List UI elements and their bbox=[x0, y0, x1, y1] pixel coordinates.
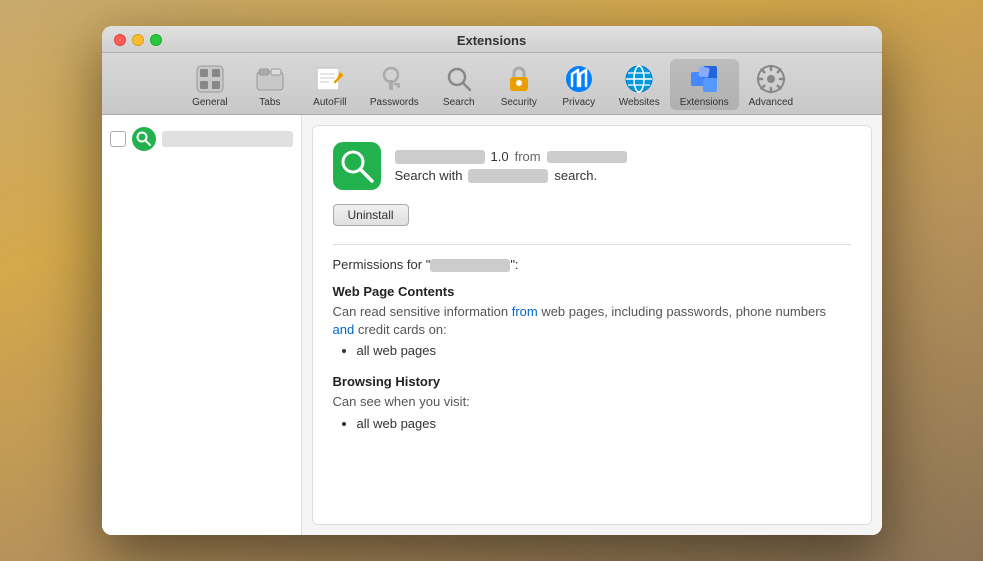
browsing-history-title: Browsing History bbox=[333, 374, 851, 389]
permissions-name-redacted bbox=[430, 259, 510, 272]
privacy-label: Privacy bbox=[562, 97, 595, 108]
browsing-history-section: Browsing History Can see when you visit:… bbox=[333, 374, 851, 430]
general-icon bbox=[194, 63, 226, 95]
sidebar bbox=[102, 115, 302, 535]
browsing-history-desc: Can see when you visit: bbox=[333, 393, 851, 411]
web-page-contents-list: all web pages bbox=[333, 343, 851, 358]
toolbar-item-websites[interactable]: Websites bbox=[609, 59, 670, 110]
web-page-contents-desc: Can read sensitive information from web … bbox=[333, 303, 851, 339]
extension-search-name-redacted bbox=[468, 169, 548, 183]
window-title: Extensions bbox=[457, 33, 526, 48]
search-label: Search bbox=[443, 97, 475, 108]
extension-info: 1.0 from Search with search. bbox=[395, 149, 627, 183]
toolbar-item-tabs[interactable]: Tabs bbox=[240, 59, 300, 110]
sidebar-extension-icon bbox=[132, 127, 156, 151]
extensions-icon bbox=[688, 63, 720, 95]
extension-from-text: from bbox=[515, 149, 541, 164]
tabs-icon bbox=[254, 63, 286, 95]
list-item: all web pages bbox=[357, 343, 851, 358]
traffic-lights bbox=[114, 34, 162, 46]
toolbar-item-extensions[interactable]: Extensions bbox=[670, 59, 739, 110]
extension-publisher-redacted bbox=[547, 151, 627, 163]
privacy-icon bbox=[563, 63, 595, 95]
security-label: Security bbox=[501, 97, 537, 108]
toolbar-item-search[interactable]: Search bbox=[429, 59, 489, 110]
extensions-label: Extensions bbox=[680, 97, 729, 108]
permissions-prefix: Permissions for " bbox=[333, 257, 431, 272]
general-label: General bbox=[192, 97, 228, 108]
search-prefix-text: Search with bbox=[395, 168, 463, 183]
permissions-label: Permissions for " ": bbox=[333, 257, 851, 272]
websites-label: Websites bbox=[619, 97, 660, 108]
divider bbox=[333, 244, 851, 245]
tabs-label: Tabs bbox=[259, 97, 280, 108]
security-icon bbox=[503, 63, 535, 95]
toolbar-item-passwords[interactable]: Passwords bbox=[360, 59, 429, 110]
search-suffix-text: search. bbox=[554, 168, 597, 183]
minimize-button[interactable] bbox=[132, 34, 144, 46]
extension-icon bbox=[333, 142, 381, 190]
web-page-contents-section: Web Page Contents Can read sensitive inf… bbox=[333, 284, 851, 358]
toolbar-item-general[interactable]: General bbox=[180, 59, 240, 110]
advanced-icon bbox=[755, 63, 787, 95]
maximize-button[interactable] bbox=[150, 34, 162, 46]
autofill-icon bbox=[314, 63, 346, 95]
extension-detail-panel: 1.0 from Search with search. Uninstall P… bbox=[312, 125, 872, 525]
extension-version: 1.0 bbox=[491, 149, 509, 164]
search-toolbar-icon bbox=[443, 63, 475, 95]
permissions-suffix: ": bbox=[510, 257, 518, 272]
extension-version-row: 1.0 from bbox=[395, 149, 627, 164]
toolbar-item-security[interactable]: Security bbox=[489, 59, 549, 110]
uninstall-button[interactable]: Uninstall bbox=[333, 204, 409, 226]
toolbar: General Tabs bbox=[102, 53, 882, 115]
main-window: Extensions General bbox=[102, 26, 882, 535]
toolbar-item-advanced[interactable]: Advanced bbox=[739, 59, 803, 110]
extension-header: 1.0 from Search with search. bbox=[333, 142, 851, 190]
browsing-history-list: all web pages bbox=[333, 416, 851, 431]
toolbar-item-autofill[interactable]: AutoFill bbox=[300, 59, 360, 110]
websites-icon bbox=[623, 63, 655, 95]
extension-name-redacted bbox=[395, 150, 485, 164]
advanced-label: Advanced bbox=[749, 97, 793, 108]
sidebar-extension-name bbox=[162, 131, 293, 147]
content-area: 1.0 from Search with search. Uninstall P… bbox=[102, 115, 882, 535]
passwords-icon bbox=[378, 63, 410, 95]
title-bar: Extensions bbox=[102, 26, 882, 53]
extension-checkbox[interactable] bbox=[110, 131, 126, 147]
extension-search-row: Search with search. bbox=[395, 168, 627, 183]
autofill-label: AutoFill bbox=[313, 97, 346, 108]
close-button[interactable] bbox=[114, 34, 126, 46]
sidebar-extension-row[interactable] bbox=[110, 123, 293, 155]
web-page-contents-title: Web Page Contents bbox=[333, 284, 851, 299]
passwords-label: Passwords bbox=[370, 97, 419, 108]
list-item: all web pages bbox=[357, 416, 851, 431]
toolbar-item-privacy[interactable]: Privacy bbox=[549, 59, 609, 110]
